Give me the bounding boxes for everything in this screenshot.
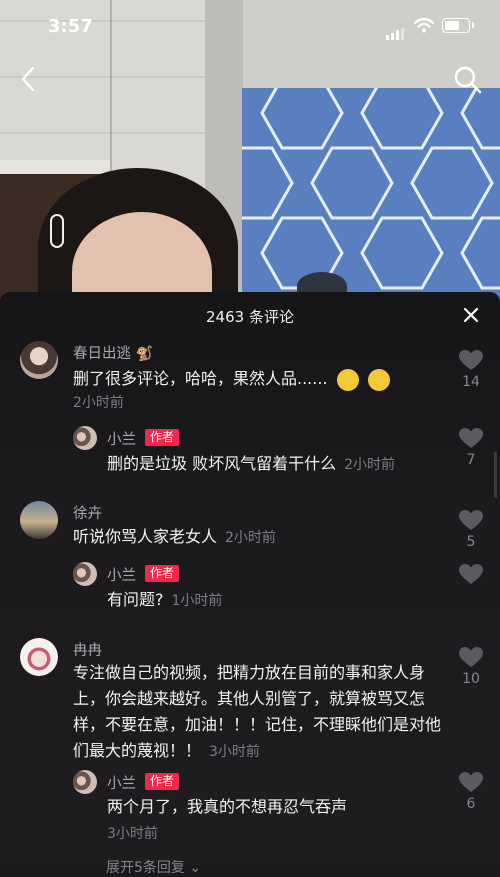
sweat-smile-emoji-icon <box>367 368 390 391</box>
reply-time: 1小时前 <box>171 593 223 609</box>
battery-tip <box>472 22 474 28</box>
like-button[interactable] <box>459 564 483 589</box>
expand-replies-button[interactable]: 展开5条回复 ⌄ <box>106 857 201 877</box>
battery-icon <box>442 18 470 33</box>
wifi-icon <box>413 17 435 37</box>
avatar[interactable] <box>73 426 97 450</box>
chevron-down-icon: ⌄ <box>189 860 202 876</box>
comment-author-name[interactable]: 冉冉 <box>73 639 102 660</box>
reply-time: 3小时前 <box>107 826 158 842</box>
comment-body: 听说你骂人家老女人 <box>73 527 218 546</box>
avatar[interactable] <box>73 562 97 586</box>
reply-body: 有问题? <box>107 590 164 609</box>
chevron-left-icon <box>21 66 35 92</box>
like-button[interactable] <box>459 428 483 453</box>
like-button[interactable] <box>459 647 483 672</box>
avatar[interactable] <box>20 501 58 539</box>
comment-text: 删了很多评论，哈哈，果然人品...... <box>73 366 453 392</box>
status-bar: 3:57 <box>0 0 500 50</box>
like-button[interactable] <box>459 350 483 375</box>
comment-count-title: 2463 条评论 <box>206 308 294 326</box>
reply-author-name[interactable]: 小兰 <box>107 772 136 793</box>
expand-replies-label: 展开5条回复 <box>106 860 185 876</box>
author-badge: 作者 <box>145 773 180 790</box>
author-badge: 作者 <box>145 429 180 446</box>
comment-body: 删了很多评论，哈哈，果然人品...... <box>73 369 328 388</box>
reply-text: 有问题? 1小时前 <box>107 587 447 614</box>
search-button[interactable] <box>452 64 484 96</box>
like-count: 5 <box>466 534 476 550</box>
comment-author[interactable]: 春日出逃 🐒 <box>73 342 153 363</box>
comment-time: 2小时前 <box>73 395 124 411</box>
heart-icon <box>459 647 483 667</box>
author-badge: 作者 <box>145 565 180 582</box>
comments-panel[interactable]: 2463 条评论 春日出逃 🐒 删了很多评论，哈哈，果然人品...... 2小时… <box>0 292 500 876</box>
avatar[interactable] <box>20 341 58 379</box>
reply-body: 删的是垃圾 败坏风气留着干什么 <box>107 454 337 473</box>
close-button[interactable] <box>460 304 482 326</box>
sweat-smile-emoji-icon <box>336 368 359 391</box>
comment-author-name[interactable]: 徐卉 <box>73 502 102 523</box>
heart-icon <box>459 510 483 530</box>
reply-time: 2小时前 <box>344 457 396 473</box>
close-icon <box>463 307 479 323</box>
comment-text: 专注做自己的视频，把精力放在目前的事和家人身上，你会越来越好。其他人别管了，就算… <box>73 660 443 765</box>
reply-author-name[interactable]: 小兰 <box>107 428 136 449</box>
reply-text: 删的是垃圾 败坏风气留着干什么 2小时前 <box>107 451 447 478</box>
avatar[interactable] <box>73 770 97 794</box>
like-count: 14 <box>462 374 480 390</box>
search-icon <box>454 66 482 94</box>
comment-text: 听说你骂人家老女人 2小时前 <box>73 524 453 551</box>
heart-icon <box>459 428 483 448</box>
like-count: 6 <box>466 796 476 812</box>
status-time: 3:57 <box>48 16 93 37</box>
monkey-emoji-icon: 🐒 <box>135 346 154 362</box>
reply-text: 两个月了，我真的不想再忍气吞声 <box>107 797 348 816</box>
like-count: 7 <box>466 452 476 468</box>
comment-time: 3小时前 <box>209 744 260 760</box>
hair-clip <box>50 214 64 248</box>
like-count: 10 <box>462 671 480 687</box>
heart-icon <box>459 564 483 584</box>
reply-author-name[interactable]: 小兰 <box>107 564 136 585</box>
heart-icon <box>459 772 483 792</box>
comment-time: 2小时前 <box>225 530 276 546</box>
back-button[interactable] <box>14 64 44 94</box>
like-button[interactable] <box>459 510 483 535</box>
heart-icon <box>459 350 483 370</box>
signal-icon <box>386 21 406 40</box>
hexagon-tiles <box>242 88 500 300</box>
scrollbar[interactable] <box>494 452 497 498</box>
avatar[interactable] <box>20 638 58 676</box>
like-button[interactable] <box>459 772 483 797</box>
door-frame <box>0 160 110 174</box>
comment-author-name: 春日出逃 <box>73 346 131 362</box>
